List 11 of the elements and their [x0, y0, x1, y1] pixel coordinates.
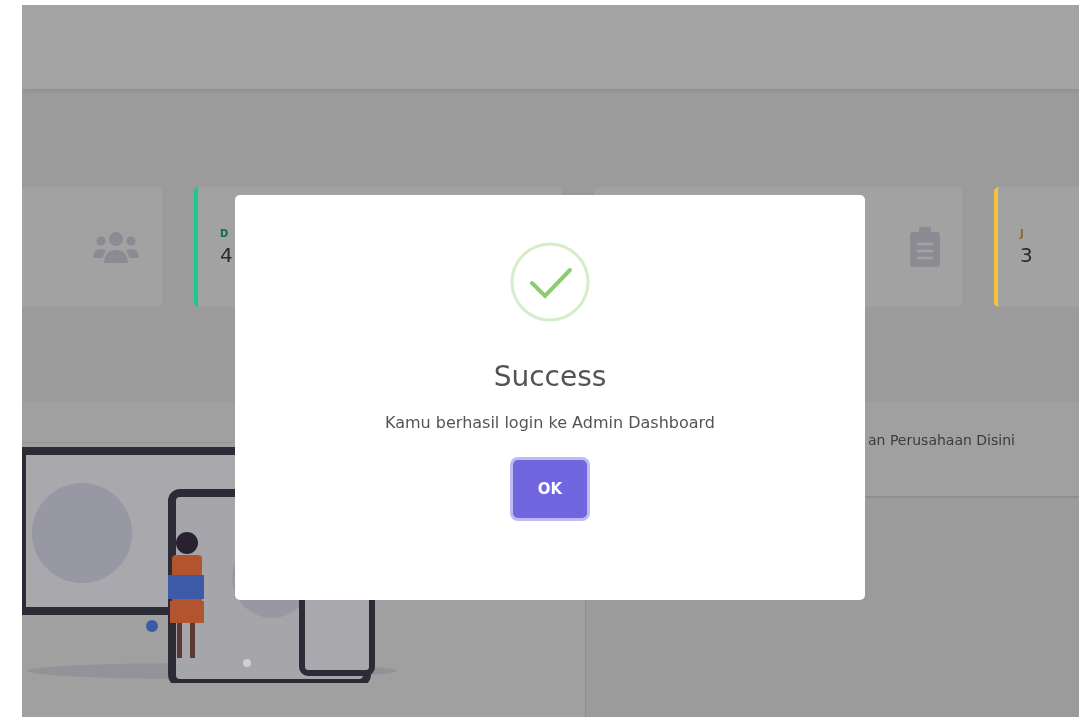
- card-value: 4: [220, 242, 233, 267]
- dialog-message: Kamu berhasil login ke Admin Dashboard: [385, 413, 715, 432]
- panel-title: an Perusahaan Disini: [868, 432, 1015, 448]
- success-check-icon: [510, 242, 590, 322]
- clipboard-icon: [910, 227, 940, 267]
- users-icon: [92, 230, 140, 264]
- card-value: 3: [1020, 242, 1033, 267]
- card-label: D: [220, 227, 230, 239]
- ok-button[interactable]: OK: [513, 460, 587, 518]
- dialog-title: Success: [493, 360, 607, 393]
- card-label: J: [1020, 227, 1025, 239]
